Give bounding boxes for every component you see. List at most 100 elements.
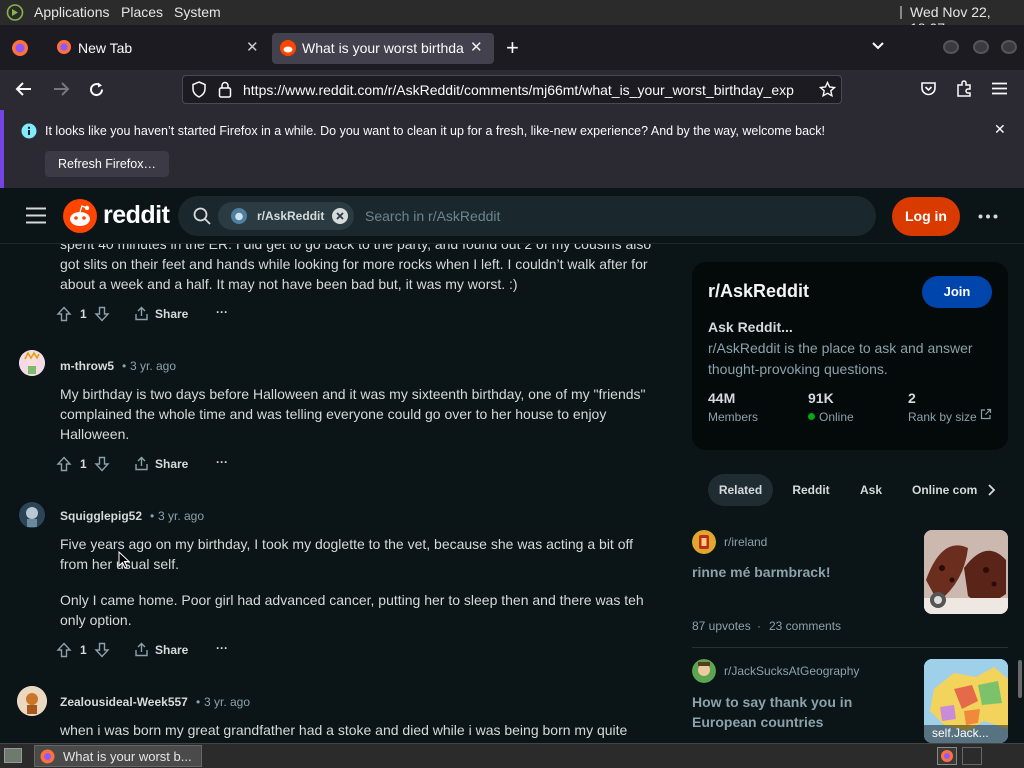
hamburger-menu-icon[interactable] (26, 207, 46, 224)
tab-reddit[interactable]: What is your worst birthday ✕ (272, 33, 494, 64)
bookmark-star-icon[interactable] (819, 81, 836, 98)
maximize-window-icon[interactable] (973, 40, 989, 54)
share-button[interactable]: Share (155, 457, 188, 471)
taskbar-window-button[interactable]: What is your worst b... (34, 745, 202, 767)
comment-body: spent 40 minutes in the ER. I did get to… (60, 244, 680, 294)
online-count: 91K (808, 390, 834, 406)
page-scrollbar[interactable] (1018, 660, 1022, 698)
app-menu-hamburger-icon[interactable] (992, 82, 1007, 95)
firefox-icon (56, 39, 72, 55)
share-button[interactable]: Share (155, 643, 188, 657)
dot-separator: · (757, 619, 761, 633)
search-icon (193, 207, 211, 225)
share-icon[interactable] (134, 306, 149, 321)
subreddit-title[interactable]: r/AskReddit (708, 281, 809, 302)
avatar[interactable] (19, 350, 45, 376)
related-post-title[interactable]: How to say thank you in European countri… (692, 692, 912, 732)
reload-icon[interactable] (88, 81, 105, 98)
menu-places[interactable]: Places (121, 4, 163, 20)
comment-author[interactable]: m-throw5 (60, 359, 114, 373)
comment-time[interactable]: 3 yr. ago (204, 695, 250, 709)
tab-reddit-related[interactable]: Reddit (782, 474, 840, 506)
minimize-window-icon[interactable] (943, 40, 959, 54)
upvote-icon[interactable] (56, 456, 72, 472)
share-icon[interactable] (134, 642, 149, 657)
downvote-icon[interactable] (94, 306, 110, 322)
bottom-taskbar: What is your worst b... (0, 743, 1024, 768)
menu-applications[interactable]: Applications (34, 4, 110, 20)
comment-more-icon[interactable]: ··· (216, 455, 228, 469)
tab-ask[interactable]: Ask (850, 474, 892, 506)
new-tab-plus-icon[interactable]: + (506, 35, 519, 61)
more-options-icon[interactable] (978, 214, 998, 219)
comment-line: about a week and a half. It may not have… (60, 276, 518, 292)
tab-online-com[interactable]: Online com (904, 474, 978, 506)
related-subreddit[interactable]: r/ireland (724, 535, 767, 549)
reddit-snoo-logo-icon[interactable] (63, 199, 97, 233)
avatar[interactable] (17, 686, 47, 716)
menu-system[interactable]: System (174, 4, 221, 20)
comment-time[interactable]: 3 yr. ago (158, 509, 204, 523)
close-notification-icon[interactable]: ✕ (994, 121, 1006, 138)
avatar[interactable] (19, 502, 45, 528)
show-desktop-icon[interactable] (4, 748, 22, 763)
tab-new-tab[interactable]: New Tab ✕ (46, 33, 268, 64)
clear-chip-icon[interactable] (332, 208, 348, 224)
subreddit-avatar[interactable] (692, 659, 716, 683)
dot-separator: • (122, 359, 127, 373)
subreddit-search-chip[interactable]: r/AskReddit (218, 202, 354, 230)
workspace-switcher-icon[interactable] (937, 747, 957, 765)
external-link-icon[interactable] (980, 408, 992, 420)
comment-more-icon[interactable]: ··· (216, 641, 228, 655)
tab-related[interactable]: Related (708, 474, 773, 506)
comment-author[interactable]: Squigglepig52 (60, 509, 142, 523)
gnome-foot-icon[interactable] (6, 4, 24, 21)
refresh-firefox-button[interactable]: Refresh Firefox… (45, 151, 169, 177)
lock-icon[interactable] (218, 81, 232, 98)
comment-more-icon[interactable]: ··· (216, 305, 228, 319)
share-button[interactable]: Share (155, 307, 188, 321)
firefox-view-icon[interactable] (11, 39, 29, 57)
close-tab-icon[interactable]: ✕ (470, 38, 483, 56)
rank-label[interactable]: Rank by size (908, 410, 977, 424)
url-bar[interactable]: https://www.reddit.com/r/AskReddit/comme… (182, 75, 842, 104)
vote-count: 1 (80, 457, 87, 471)
extensions-puzzle-icon[interactable] (956, 80, 973, 97)
pocket-icon[interactable] (920, 81, 937, 97)
search-bar[interactable]: r/AskReddit Search in r/AskReddit (178, 196, 876, 236)
close-tab-icon[interactable]: ✕ (246, 38, 259, 56)
login-button[interactable]: Log in (892, 197, 960, 236)
subreddit-icon (231, 208, 247, 224)
tab-label: What is your worst birthday (302, 40, 464, 56)
list-tabs-chevron-icon[interactable] (870, 38, 886, 54)
upvote-icon[interactable] (56, 306, 72, 322)
search-input[interactable]: Search in r/AskReddit (365, 208, 500, 224)
related-subreddit[interactable]: r/JackSucksAtGeography (724, 664, 859, 678)
share-icon[interactable] (134, 456, 149, 471)
vote-count: 1 (80, 307, 87, 321)
url-text[interactable]: https://www.reddit.com/r/AskReddit/comme… (243, 82, 809, 98)
barmbrack-thumbnail[interactable] (924, 530, 1008, 614)
subreddit-avatar[interactable] (692, 530, 716, 554)
upvote-icon[interactable] (56, 642, 72, 658)
downvote-icon[interactable] (94, 456, 110, 472)
reddit-wordmark[interactable]: reddit (103, 201, 170, 230)
related-post-title[interactable]: rinne mé barmbrack! (692, 564, 831, 580)
comment-time[interactable]: 3 yr. ago (130, 359, 176, 373)
europe-map-thumbnail[interactable]: self.Jack... (924, 659, 1008, 743)
divider (692, 647, 1008, 648)
chevron-right-icon[interactable] (986, 483, 996, 497)
workspace-2[interactable] (962, 747, 982, 765)
system-top-panel: Applications Places System Wed Nov 22, 1… (0, 0, 1024, 36)
shield-icon[interactable] (191, 81, 207, 98)
back-arrow-icon[interactable] (15, 81, 33, 97)
comment-line: when i was born my great grandfather had… (60, 722, 628, 738)
forward-arrow-icon[interactable] (52, 81, 70, 97)
comment-author[interactable]: Zealousideal-Week557 (60, 695, 188, 709)
title-line: How to say thank you in (692, 694, 853, 710)
close-window-icon[interactable] (1001, 40, 1017, 54)
join-button[interactable]: Join (922, 276, 992, 308)
downvote-icon[interactable] (94, 642, 110, 658)
info-icon (21, 123, 37, 139)
title-line: European countries (692, 714, 824, 730)
